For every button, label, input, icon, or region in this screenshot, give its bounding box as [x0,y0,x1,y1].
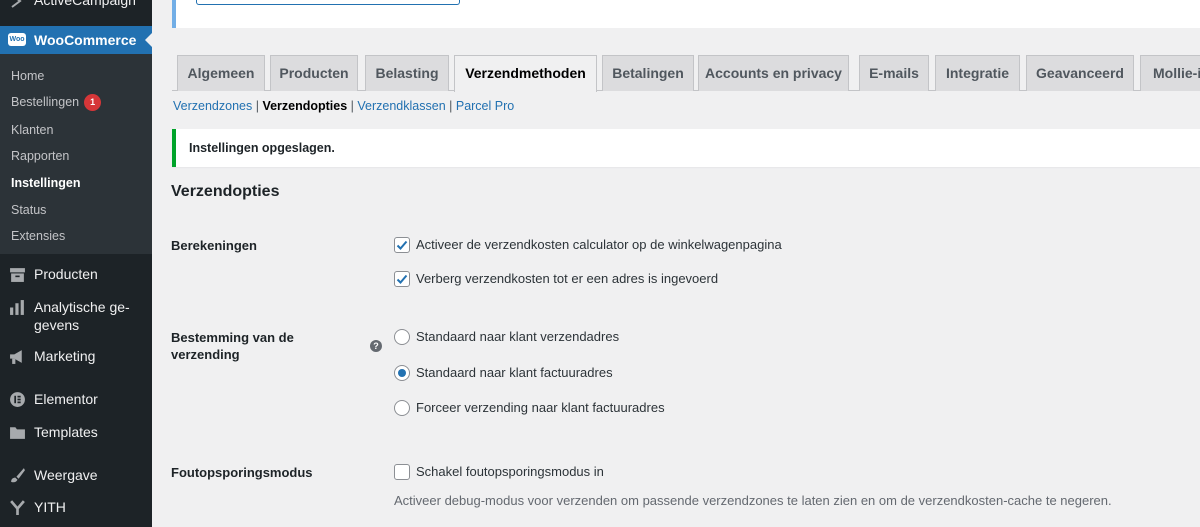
calculations-label: Berekeningen [171,238,257,253]
sidebar-item-appearance[interactable]: Weergave [0,466,152,486]
tab-accounts-privacy[interactable]: Accounts en privacy [698,55,849,91]
force-billing-radio[interactable] [394,400,410,416]
submenu-label: Bestellingen [11,94,80,109]
tab-products[interactable]: Producten [270,55,358,91]
submenu-item-extensions[interactable]: Extensies [11,229,65,243]
sidebar-item-yith[interactable]: YITH [0,498,152,518]
tab-emails[interactable]: E-mails [859,55,929,91]
enable-calculator-checkbox[interactable] [394,237,410,253]
submenu-label: Extensies [11,229,66,243]
debug-mode-checkbox[interactable] [394,464,410,480]
sidebar-item-products[interactable]: Producten [0,265,152,285]
admin-sidebar: ActiveCampaign Woo WooCommerce Home Best… [0,0,153,527]
submenu-label: Klanten [11,123,54,137]
sidebar-item-label: YITH [34,499,66,515]
tab-general[interactable]: Algemeen [177,55,265,91]
submenu-item-settings[interactable]: Instellingen [11,176,80,190]
option-label: Activeer de verzendkosten calculator op … [416,237,782,252]
submenu-item-status[interactable]: Status [11,203,46,217]
sidebar-item-analytics[interactable]: Analytische ge- gevens [0,297,152,337]
tab-advanced[interactable]: Geavanceerd [1026,55,1134,91]
hide-costs-checkbox[interactable] [394,271,410,287]
sidebar-item-label: WooCommerce [34,32,137,48]
destination-label: Bestemming van de verzending [171,330,294,362]
subnav-shipping-options[interactable]: Verzendopties [262,99,347,113]
top-notice-panel [172,0,1200,28]
megaphone-icon [10,350,22,364]
tab-payments[interactable]: Betalingen [602,55,694,91]
checkmark-icon [396,274,408,284]
subnav-parcel-pro[interactable]: Parcel Pro [456,99,514,113]
destination-shipping-radio[interactable] [394,329,410,345]
submenu-item-home[interactable]: Home [11,69,44,83]
chevron-right-icon [11,0,22,8]
tab-tax[interactable]: Belasting [365,55,449,91]
submenu-label: Status [11,203,47,217]
bar-chart-icon [10,300,24,315]
settings-saved-notice: Instellingen opgeslagen. [172,129,1200,167]
brush-icon [11,468,25,483]
sidebar-item-label: Analytische ge- gevens [34,299,130,333]
debug-mode-label: Foutopsporingsmodus [171,465,313,480]
sidebar-item-label: ActiveCampaign [34,0,136,8]
option-label: Schakel foutopsporingsmodus in [416,464,604,479]
woocommerce-submenu: Home Bestellingen 1 Klanten Rapporten Ins… [0,54,152,254]
folder-icon [10,427,25,439]
submenu-label: Instellingen [11,176,81,190]
submenu-label: Rapporten [11,149,70,163]
subnav-separator: | [252,99,263,113]
submenu-item-customers[interactable]: Klanten [11,123,53,137]
option-label: Standaard naar klant factuuradres [416,365,613,380]
sidebar-item-label: Marketing [34,348,96,364]
submenu-item-reports[interactable]: Rapporten [11,149,69,163]
orders-count-badge: 1 [84,94,102,111]
destination-billing-radio[interactable] [394,365,410,381]
tab-integration[interactable]: Integratie [935,55,1020,91]
current-menu-arrow [145,32,153,48]
debug-mode-description: Activeer debug-modus voor verzenden om p… [394,493,1112,508]
sidebar-item-woocommerce[interactable]: Woo WooCommerce [0,26,153,54]
sidebar-item-label: Elementor [34,391,98,407]
sidebar-item-label: Weergave [34,467,98,483]
sidebar-item-label: Templates [34,424,98,440]
checkmark-icon [396,240,408,250]
settings-tabs: Algemeen Producten Belasting Verzendmeth… [172,55,1200,92]
option-label: Standaard naar klant verzendadres [416,329,620,344]
top-input-field[interactable] [196,0,460,5]
sidebar-item-label: Producten [34,266,98,282]
sidebar-item-elementor[interactable]: Elementor [0,390,152,410]
help-tip-icon[interactable]: ? [370,340,382,352]
section-title: Verzendopties [171,183,280,200]
woocommerce-icon: Woo [8,33,26,46]
sidebar-item-activecampaign[interactable]: ActiveCampaign [0,0,152,12]
tab-shipping[interactable]: Verzendmethoden [454,55,597,92]
sidebar-item-templates[interactable]: Templates [0,423,152,443]
tab-mollie[interactable]: Mollie-i [1140,55,1200,91]
notice-text: Instellingen opgeslagen. [189,141,335,155]
option-label: Forceer verzending naar klant factuuradr… [416,400,665,415]
yith-icon [10,500,25,515]
shipping-subnav: Verzendzones | Verzendopties | Verzendkl… [173,99,514,113]
subnav-shipping-classes[interactable]: Verzendklassen [357,99,445,113]
submenu-item-orders[interactable]: Bestellingen 1 [11,94,102,111]
option-label: Verberg verzendkosten tot er een adres i… [416,271,719,286]
submenu-label: Home [11,69,45,83]
subnav-shipping-zones[interactable]: Verzendzones [173,99,252,113]
subnav-separator: | [445,99,456,113]
subnav-separator: | [347,99,358,113]
sidebar-item-marketing[interactable]: Marketing [0,347,152,367]
elementor-icon [10,392,25,407]
archive-icon [10,268,25,282]
